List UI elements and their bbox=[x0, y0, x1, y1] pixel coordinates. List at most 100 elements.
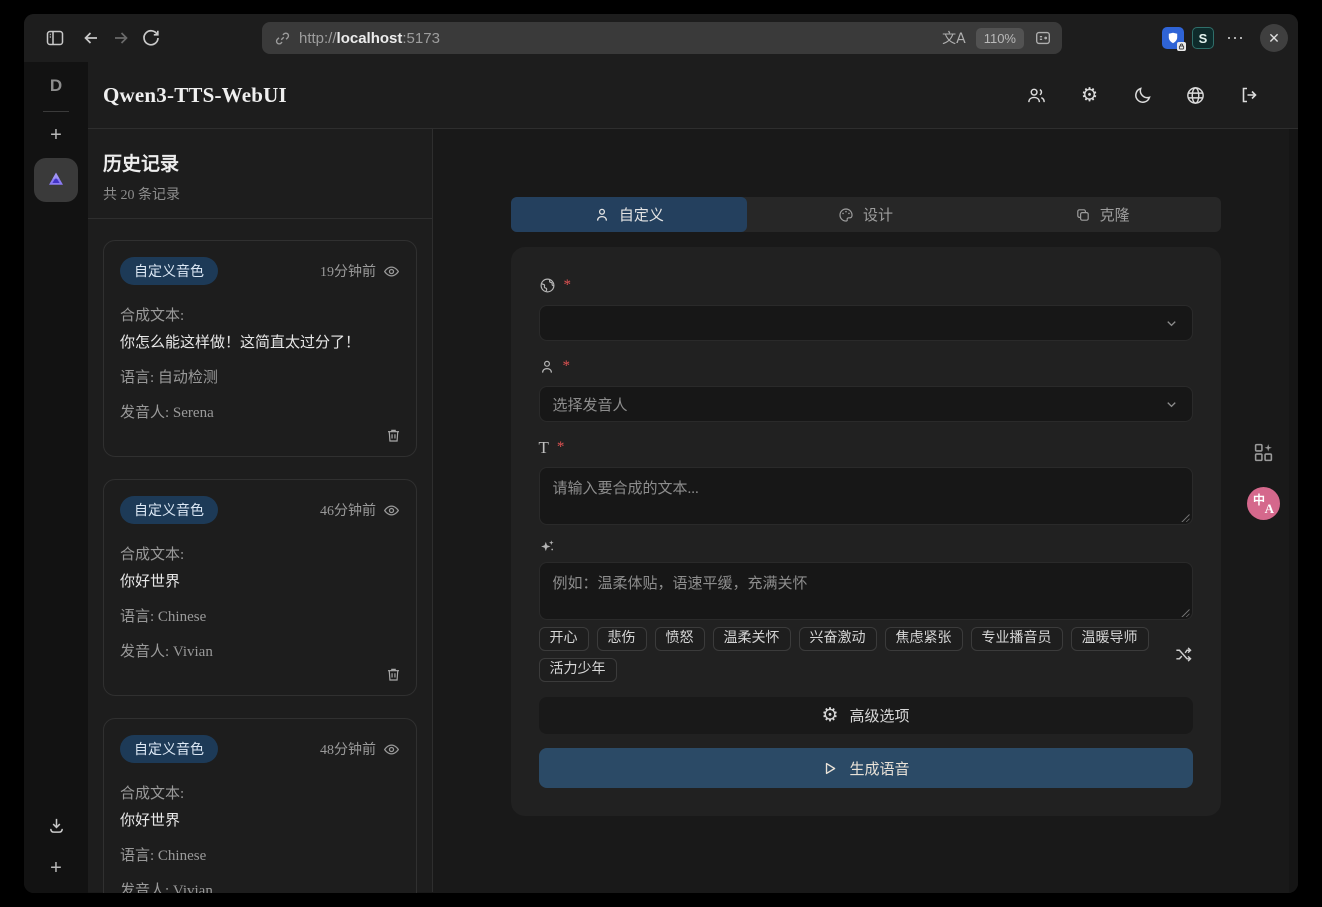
language-select[interactable] bbox=[539, 305, 1193, 341]
timestamp: 48分钟前 bbox=[320, 739, 376, 759]
history-card[interactable]: 自定义音色 48分钟前 bbox=[103, 718, 417, 893]
workspace-letter[interactable]: D bbox=[50, 76, 62, 96]
reader-mode-icon[interactable] bbox=[1034, 29, 1052, 47]
topbar-right-cluster: S ⋯ ✕ bbox=[1162, 14, 1288, 62]
person-icon bbox=[594, 207, 610, 223]
url-text: http://localhost:5173 bbox=[299, 30, 942, 47]
copy-icon bbox=[1075, 207, 1091, 223]
required-asterisk: * bbox=[563, 358, 571, 375]
synthesized-text: 你怎么能这样做！这简直太过分了！ bbox=[120, 331, 400, 352]
forward-icon[interactable] bbox=[106, 23, 136, 53]
active-tab-favicon[interactable] bbox=[34, 158, 78, 202]
emotion-chip[interactable]: 愤怒 bbox=[655, 627, 705, 651]
style-instruction-input[interactable] bbox=[539, 562, 1193, 620]
bitwarden-extension-icon[interactable] bbox=[1162, 27, 1184, 49]
tab-clone[interactable]: 克隆 bbox=[984, 197, 1221, 232]
lock-icon bbox=[1177, 42, 1186, 51]
tab-bar: 自定义 设计 bbox=[511, 197, 1221, 232]
sidebar-toggle-icon[interactable] bbox=[40, 23, 70, 53]
history-card[interactable]: 自定义音色 19分钟前 bbox=[103, 240, 417, 457]
tab-label: 设计 bbox=[863, 204, 893, 225]
reload-icon[interactable] bbox=[136, 23, 166, 53]
emotion-chip[interactable]: 专业播音员 bbox=[971, 627, 1063, 651]
web-content: Qwen3-TTS-WebUI ⚙ bbox=[88, 62, 1298, 893]
url-bar[interactable]: http://localhost:5173 文A 110% bbox=[262, 22, 1062, 54]
divider bbox=[43, 111, 69, 112]
link-icon bbox=[274, 30, 291, 47]
new-tab-button[interactable]: + bbox=[50, 124, 62, 146]
stylus-extension-icon[interactable]: S bbox=[1192, 27, 1214, 49]
translate-page-icon[interactable]: 文A bbox=[942, 28, 966, 48]
synthesized-text: 你好世界 bbox=[120, 570, 400, 591]
browser-sidebar: D + + bbox=[24, 62, 88, 893]
advanced-options-button[interactable]: ⚙ 高级选项 bbox=[539, 697, 1193, 734]
emotion-chip[interactable]: 悲伤 bbox=[597, 627, 647, 651]
text-label: 合成文本: bbox=[120, 543, 400, 564]
extension-grid-sparkle-icon[interactable] bbox=[1253, 442, 1274, 463]
tab-label: 克隆 bbox=[1100, 204, 1130, 225]
palette-icon bbox=[838, 207, 854, 223]
gear-icon: ⚙ bbox=[821, 706, 838, 725]
speaker-value: 发音人: Vivian bbox=[120, 640, 400, 661]
zoom-level-badge[interactable]: 110% bbox=[976, 28, 1024, 49]
voice-type-badge: 自定义音色 bbox=[120, 496, 218, 524]
history-header: 历史记录 共 20 条记录 bbox=[88, 129, 432, 218]
world-icon bbox=[539, 277, 556, 294]
history-list: 自定义音色 19分钟前 bbox=[88, 219, 432, 893]
main-area: 自定义 设计 bbox=[433, 129, 1298, 892]
emotion-chip[interactable]: 活力少年 bbox=[539, 658, 617, 682]
tab-custom[interactable]: 自定义 bbox=[511, 197, 748, 232]
tab-label: 自定义 bbox=[619, 204, 664, 225]
language-value: 语言: Chinese bbox=[120, 844, 400, 865]
voice-type-badge: 自定义音色 bbox=[120, 257, 218, 285]
emotion-chip[interactable]: 温柔关怀 bbox=[713, 627, 791, 651]
sparkles-icon bbox=[539, 538, 556, 555]
delete-trash-icon[interactable] bbox=[385, 666, 402, 683]
downloads-icon[interactable] bbox=[47, 816, 66, 835]
users-icon[interactable] bbox=[1026, 85, 1047, 106]
chevron-down-icon bbox=[1164, 316, 1179, 331]
required-asterisk: * bbox=[564, 277, 572, 294]
language-globe-icon[interactable] bbox=[1185, 85, 1206, 106]
history-title: 历史记录 bbox=[103, 149, 417, 176]
timestamp: 19分钟前 bbox=[320, 261, 376, 281]
text-type-icon: T bbox=[539, 438, 549, 458]
synthesis-text-input[interactable] bbox=[539, 467, 1193, 525]
immersive-translate-button[interactable]: 中 A bbox=[1247, 487, 1280, 520]
view-eye-icon[interactable] bbox=[383, 741, 400, 758]
qwen-favicon bbox=[46, 170, 66, 190]
emotion-chip[interactable]: 焦虑紧张 bbox=[885, 627, 963, 651]
text-label: 合成文本: bbox=[120, 782, 400, 803]
settings-gear-icon[interactable]: ⚙ bbox=[1079, 85, 1100, 106]
back-icon[interactable] bbox=[76, 23, 106, 53]
speaker-select[interactable]: 选择发音人 bbox=[539, 386, 1193, 422]
dark-mode-moon-icon[interactable] bbox=[1132, 85, 1153, 106]
browser-menu-icon[interactable]: ⋯ bbox=[1222, 28, 1248, 49]
timestamp: 46分钟前 bbox=[320, 500, 376, 520]
zh-glyph: 中 bbox=[1253, 491, 1265, 508]
generate-speech-label: 生成语音 bbox=[849, 758, 909, 779]
view-eye-icon[interactable] bbox=[383, 263, 400, 280]
emotion-chip[interactable]: 温暖导师 bbox=[1071, 627, 1149, 651]
close-window-icon[interactable]: ✕ bbox=[1260, 24, 1288, 52]
language-value: 语言: 自动检测 bbox=[120, 366, 400, 387]
browser-body: D + + bbox=[24, 62, 1298, 893]
emotion-chips-row: 开心 悲伤 愤怒 温柔关怀 兴奋激动 焦虑紧张 bbox=[539, 627, 1193, 682]
voice-type-badge: 自定义音色 bbox=[120, 735, 218, 763]
tab-design[interactable]: 设计 bbox=[747, 197, 984, 232]
emotion-chip[interactable]: 兴奋激动 bbox=[799, 627, 877, 651]
emotion-chips: 开心 悲伤 愤怒 温柔关怀 兴奋激动 焦虑紧张 bbox=[539, 627, 1169, 682]
emotion-chip[interactable]: 开心 bbox=[539, 627, 589, 651]
play-icon bbox=[821, 760, 838, 777]
generate-speech-button[interactable]: 生成语音 bbox=[539, 748, 1193, 788]
logout-icon[interactable] bbox=[1238, 85, 1259, 106]
delete-trash-icon[interactable] bbox=[385, 427, 402, 444]
language-value: 语言: Chinese bbox=[120, 605, 400, 626]
scrollbar-track[interactable] bbox=[1289, 129, 1298, 893]
view-eye-icon[interactable] bbox=[383, 502, 400, 519]
shuffle-icon[interactable] bbox=[1174, 645, 1193, 664]
add-workspace-button[interactable]: + bbox=[50, 857, 62, 879]
history-card[interactable]: 自定义音色 46分钟前 bbox=[103, 479, 417, 696]
synthesized-text: 你好世界 bbox=[120, 809, 400, 830]
app-body: 历史记录 共 20 条记录 自定义音色 19分钟前 bbox=[88, 129, 1298, 892]
